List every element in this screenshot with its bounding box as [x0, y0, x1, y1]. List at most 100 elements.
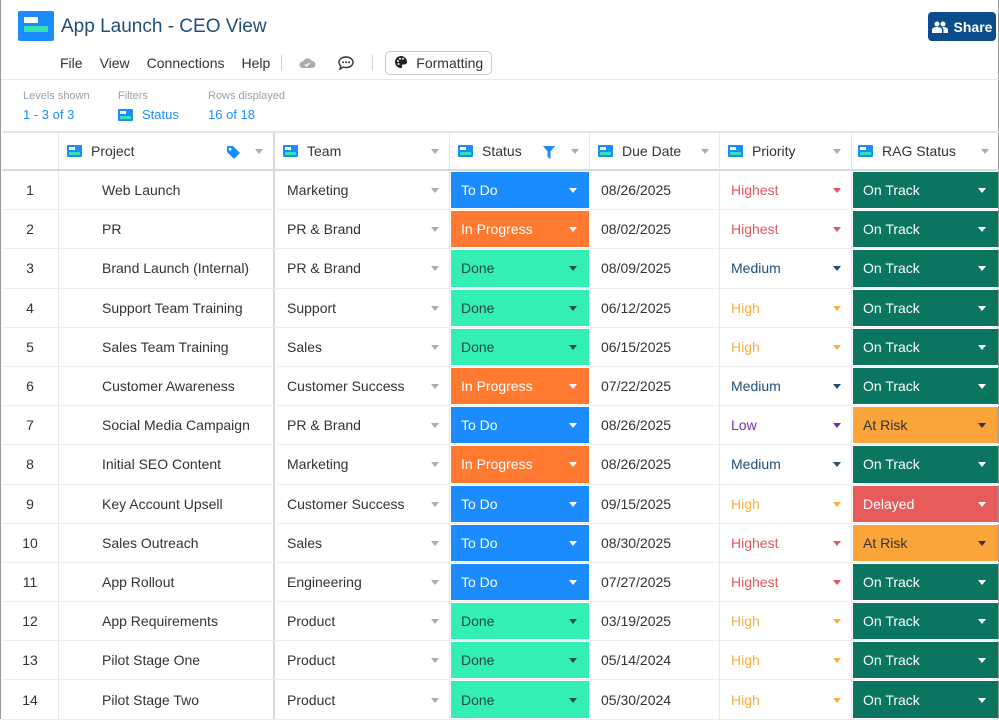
- row-number[interactable]: 13: [2, 641, 59, 680]
- chevron-down-icon[interactable]: [431, 658, 439, 664]
- priority-cell[interactable]: High: [720, 602, 852, 641]
- priority-cell[interactable]: Medium: [720, 249, 852, 288]
- chevron-down-icon[interactable]: [569, 619, 577, 625]
- chevron-down-icon[interactable]: [431, 501, 439, 507]
- chevron-down-icon[interactable]: [981, 149, 989, 154]
- project-cell[interactable]: Support Team Training: [59, 288, 275, 327]
- due-date-cell[interactable]: 08/02/2025: [590, 210, 720, 249]
- row-number[interactable]: 5: [2, 327, 59, 366]
- team-cell[interactable]: Sales: [275, 327, 450, 366]
- column-header-project[interactable]: Project: [59, 133, 275, 169]
- chevron-down-icon[interactable]: [833, 697, 841, 703]
- chevron-down-icon[interactable]: [978, 658, 986, 664]
- team-cell[interactable]: Support: [275, 288, 450, 327]
- filter-icon[interactable]: [543, 146, 555, 162]
- menu-connections[interactable]: Connections: [147, 55, 225, 71]
- due-date-cell[interactable]: 06/15/2025: [590, 327, 720, 366]
- status-badge[interactable]: To Do: [451, 485, 589, 522]
- project-cell[interactable]: Brand Launch (Internal): [59, 249, 275, 288]
- chevron-down-icon[interactable]: [569, 579, 577, 585]
- status-cell[interactable]: In Progress: [450, 445, 590, 483]
- priority-cell[interactable]: Highest: [720, 523, 852, 562]
- due-date-cell[interactable]: 07/27/2025: [590, 562, 720, 602]
- cloud-icon[interactable]: [298, 57, 316, 69]
- chevron-down-icon[interactable]: [569, 384, 577, 390]
- table-row[interactable]: 2 PR PR & Brand In Progress 08/02/2025 Highes…: [2, 210, 999, 250]
- formatting-button[interactable]: Formatting: [385, 51, 493, 75]
- row-number[interactable]: 8: [2, 445, 59, 484]
- chevron-down-icon[interactable]: [833, 462, 841, 468]
- chevron-down-icon[interactable]: [978, 305, 986, 311]
- chevron-down-icon[interactable]: [833, 579, 841, 585]
- chevron-down-icon[interactable]: [978, 266, 986, 272]
- app-logo-icon[interactable]: [18, 11, 54, 41]
- chevron-down-icon[interactable]: [569, 344, 577, 350]
- table-row[interactable]: 13 Pilot Stage One Product Done 05/14/2024 Hi…: [2, 641, 999, 681]
- due-date-cell[interactable]: 08/30/2025: [590, 523, 720, 562]
- project-cell[interactable]: Initial SEO Content: [59, 445, 275, 484]
- team-cell[interactable]: Marketing: [275, 171, 450, 210]
- chevron-down-icon[interactable]: [833, 188, 841, 194]
- project-cell[interactable]: Sales Outreach: [59, 523, 275, 562]
- tag-icon[interactable]: [226, 145, 241, 163]
- row-number[interactable]: 14: [2, 680, 59, 719]
- comment-icon[interactable]: [338, 56, 354, 70]
- status-badge[interactable]: Done: [451, 328, 589, 365]
- rag-status-badge[interactable]: On Track: [853, 250, 998, 287]
- rag-status-badge[interactable]: On Track: [853, 603, 998, 640]
- table-row[interactable]: 7 Social Media Campaign PR & Brand To Do 08/…: [2, 406, 999, 446]
- row-number[interactable]: 2: [2, 210, 59, 249]
- levels-shown-value[interactable]: 1 - 3 of 3: [23, 107, 90, 122]
- project-cell[interactable]: Sales Team Training: [59, 327, 275, 366]
- rag-status-badge[interactable]: On Track: [853, 172, 998, 209]
- rag-status-cell[interactable]: On Track: [852, 171, 999, 209]
- chevron-down-icon[interactable]: [833, 344, 841, 350]
- team-cell[interactable]: Marketing: [275, 445, 450, 484]
- rag-status-badge[interactable]: On Track: [853, 563, 998, 601]
- chevron-down-icon[interactable]: [431, 619, 439, 625]
- team-cell[interactable]: Product: [275, 680, 450, 719]
- column-header-priority[interactable]: Priority: [720, 133, 852, 169]
- status-badge[interactable]: In Progress: [451, 211, 589, 248]
- rag-status-cell[interactable]: Delayed: [852, 485, 999, 523]
- row-number[interactable]: 1: [2, 171, 59, 210]
- rag-status-cell[interactable]: On Track: [852, 328, 999, 366]
- rag-status-cell[interactable]: On Track: [852, 249, 999, 287]
- status-cell[interactable]: To Do: [450, 524, 590, 562]
- rag-status-badge[interactable]: On Track: [853, 211, 998, 248]
- chevron-down-icon[interactable]: [833, 149, 841, 154]
- row-number[interactable]: 10: [2, 523, 59, 562]
- status-badge[interactable]: Done: [451, 289, 589, 326]
- priority-cell[interactable]: Low: [720, 406, 852, 445]
- rag-status-badge[interactable]: At Risk: [853, 407, 998, 444]
- chevron-down-icon[interactable]: [431, 462, 439, 468]
- priority-cell[interactable]: Medium: [720, 366, 852, 406]
- rag-status-badge[interactable]: On Track: [853, 642, 998, 679]
- share-button[interactable]: Share: [928, 12, 996, 41]
- rag-status-cell[interactable]: On Track: [852, 367, 999, 405]
- status-badge[interactable]: Done: [451, 250, 589, 287]
- status-cell[interactable]: Done: [450, 641, 590, 679]
- chevron-down-icon[interactable]: [569, 423, 577, 429]
- team-cell[interactable]: Product: [275, 602, 450, 641]
- priority-cell[interactable]: High: [720, 327, 852, 366]
- row-number[interactable]: 4: [2, 288, 59, 327]
- due-date-cell[interactable]: 08/26/2025: [590, 171, 720, 210]
- team-cell[interactable]: Product: [275, 641, 450, 680]
- due-date-cell[interactable]: 07/22/2025: [590, 366, 720, 406]
- row-number[interactable]: 9: [2, 484, 59, 523]
- chevron-down-icon[interactable]: [431, 305, 439, 311]
- status-cell[interactable]: Done: [450, 680, 590, 718]
- chevron-down-icon[interactable]: [833, 384, 841, 390]
- table-row[interactable]: 5 Sales Team Training Sales Done 06/15/2025 H…: [2, 327, 999, 367]
- rag-status-cell[interactable]: On Track: [852, 210, 999, 248]
- page-title[interactable]: App Launch - CEO View: [61, 16, 267, 38]
- chevron-down-icon[interactable]: [431, 149, 439, 154]
- rag-status-badge[interactable]: On Track: [853, 367, 998, 405]
- status-badge[interactable]: Done: [451, 642, 589, 679]
- chevron-down-icon[interactable]: [978, 344, 986, 350]
- row-number[interactable]: 7: [2, 406, 59, 445]
- status-cell[interactable]: To Do: [450, 563, 590, 601]
- chevron-down-icon[interactable]: [569, 501, 577, 507]
- filter-status[interactable]: Status: [118, 107, 179, 122]
